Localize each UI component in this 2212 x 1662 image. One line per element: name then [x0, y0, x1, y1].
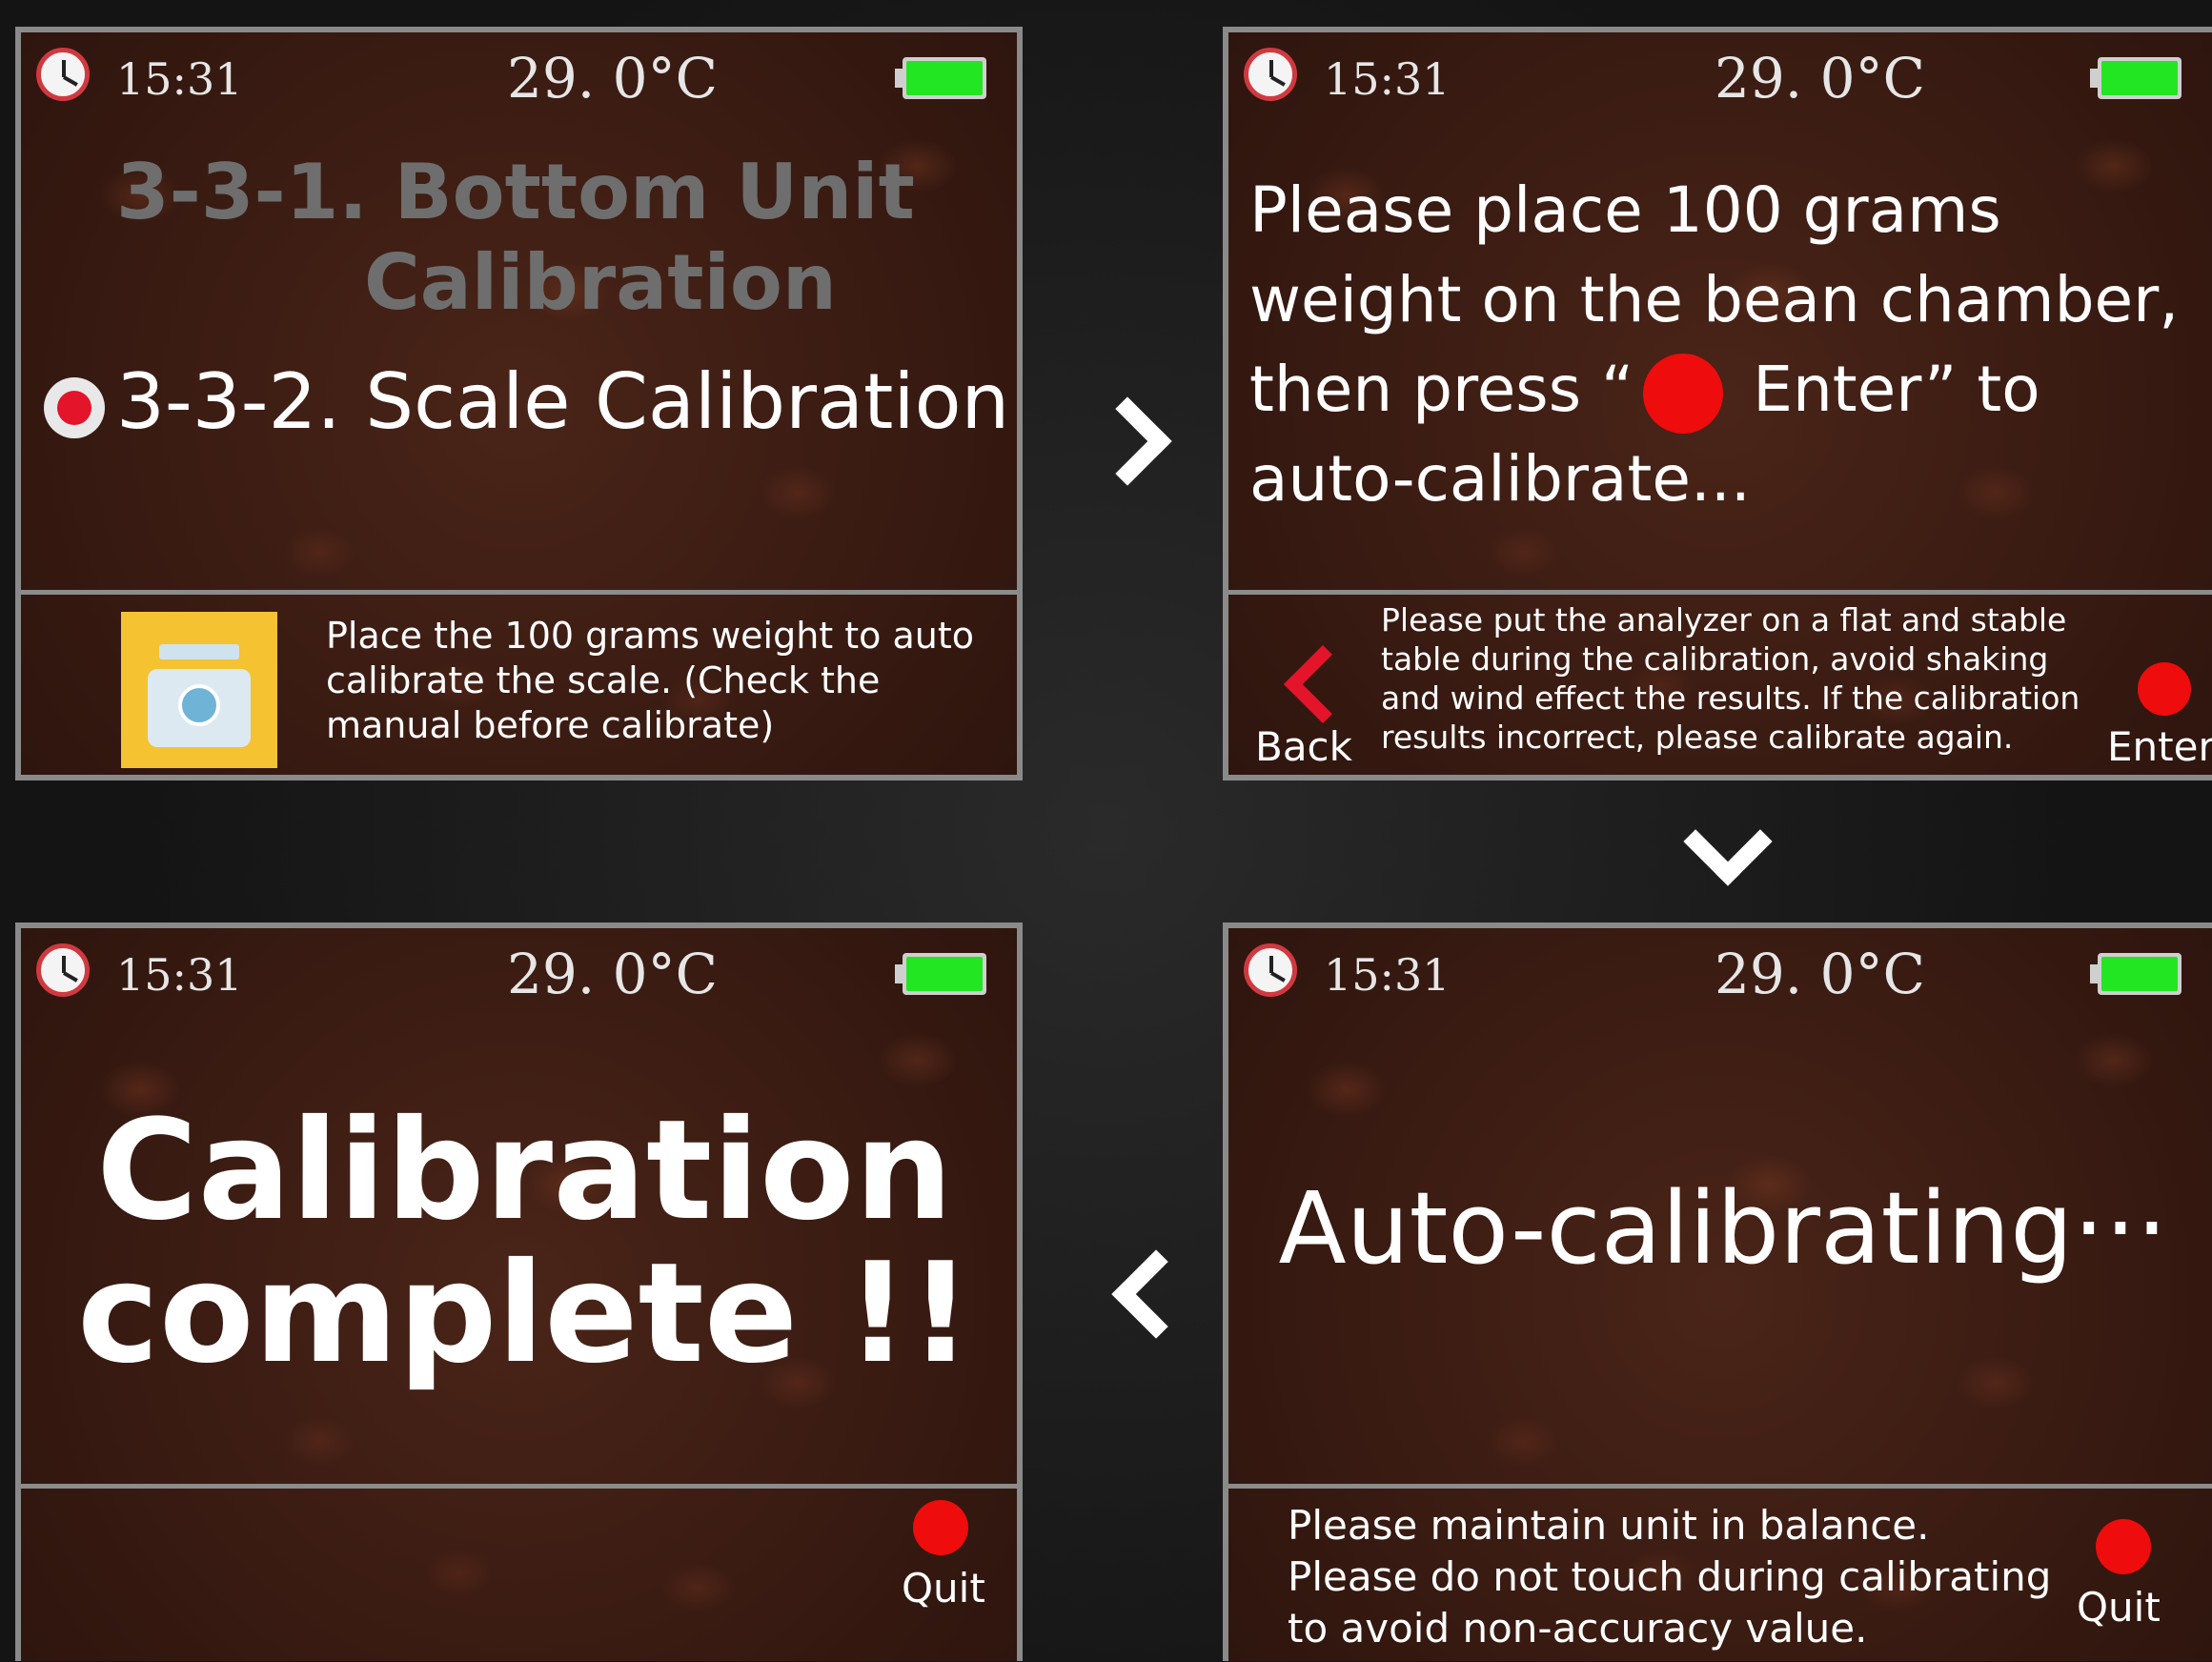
help-text: Please maintain unit in balance. Please … [1288, 1502, 2052, 1652]
menu-item-bottom-unit-calibration-line2[interactable]: Calibration [364, 237, 837, 329]
enter-dot-icon [2138, 662, 2191, 716]
chevron-left-icon [1283, 644, 1363, 724]
quit-button[interactable]: Quit [2067, 1519, 2201, 1662]
status-temperature: 29. 0°C [507, 942, 718, 1006]
clock-icon [36, 943, 90, 997]
battery-fill [906, 61, 983, 95]
status-bar: 15:31 29. 0°C [21, 928, 1017, 1024]
divider [21, 590, 1017, 595]
quit-button[interactable]: Quit [879, 1500, 1012, 1643]
quit-dot-icon [2096, 1519, 2151, 1574]
screen-auto-calibrating: 15:31 29. 0°C Auto-calibrating··· Please… [1223, 922, 2212, 1661]
status-bar: 15:31 29. 0°C [21, 32, 1017, 128]
enter-button[interactable]: Enter [2107, 628, 2212, 780]
screen-calibration-complete: 15:31 29. 0°C Calibration complete !! Qu… [15, 922, 1023, 1661]
battery-icon [2090, 57, 2185, 99]
status-time: 15:31 [1324, 53, 1451, 105]
help-text: Please put the analyzer on a flat and st… [1381, 601, 2080, 756]
instruction-message: Please place 100 grams weight on the bea… [1249, 166, 2212, 524]
quit-label: Quit [2077, 1584, 2161, 1631]
status-time: 15:31 [116, 53, 243, 105]
menu-item-bottom-unit-calibration[interactable]: 3-3-1. Bottom Unit [116, 147, 915, 238]
divider [1228, 590, 2212, 595]
status-temperature: 29. 0°C [1715, 942, 1925, 1006]
clock-icon [1244, 943, 1297, 997]
clock-icon [1244, 48, 1297, 101]
chevron-left-icon [1111, 1249, 1201, 1339]
status-bar: 15:31 29. 0°C [1228, 32, 2212, 128]
status-temperature: 29. 0°C [507, 46, 718, 111]
enter-dot-icon [1643, 353, 1724, 434]
quit-label: Quit [902, 1565, 985, 1611]
chevron-right-icon [1083, 396, 1172, 486]
status-bar: 15:31 29. 0°C [1228, 928, 2212, 1024]
back-label: Back [1255, 723, 1352, 770]
status-time: 15:31 [116, 949, 243, 1001]
back-button[interactable]: Back [1248, 628, 1381, 780]
scale-icon [121, 612, 277, 768]
status-time: 15:31 [1324, 949, 1451, 1001]
clock-icon [36, 48, 90, 101]
battery-icon [2090, 953, 2185, 995]
enter-label: Enter [2107, 723, 2212, 770]
divider [21, 1484, 1017, 1489]
battery-icon [895, 953, 990, 995]
radio-selected-icon [44, 377, 105, 438]
status-temperature: 29. 0°C [1715, 46, 1925, 111]
quit-dot-icon [913, 1500, 968, 1555]
screen-scale-calibration-menu: 15:31 29. 0°C 3-3-1. Bottom Unit Calibra… [15, 27, 1023, 780]
completion-message: Calibration complete !! [77, 1090, 972, 1394]
battery-icon [895, 57, 990, 99]
help-text: Place the 100 grams weight to auto calib… [326, 615, 975, 746]
divider [1228, 1484, 2212, 1489]
progress-message: Auto-calibrating··· [1278, 1170, 2168, 1287]
menu-item-scale-calibration[interactable]: 3-3-2. Scale Calibration [116, 356, 1009, 448]
chevron-down-icon [1683, 797, 1773, 886]
screen-place-weight: 15:31 29. 0°C Please place 100 grams wei… [1223, 27, 2212, 780]
